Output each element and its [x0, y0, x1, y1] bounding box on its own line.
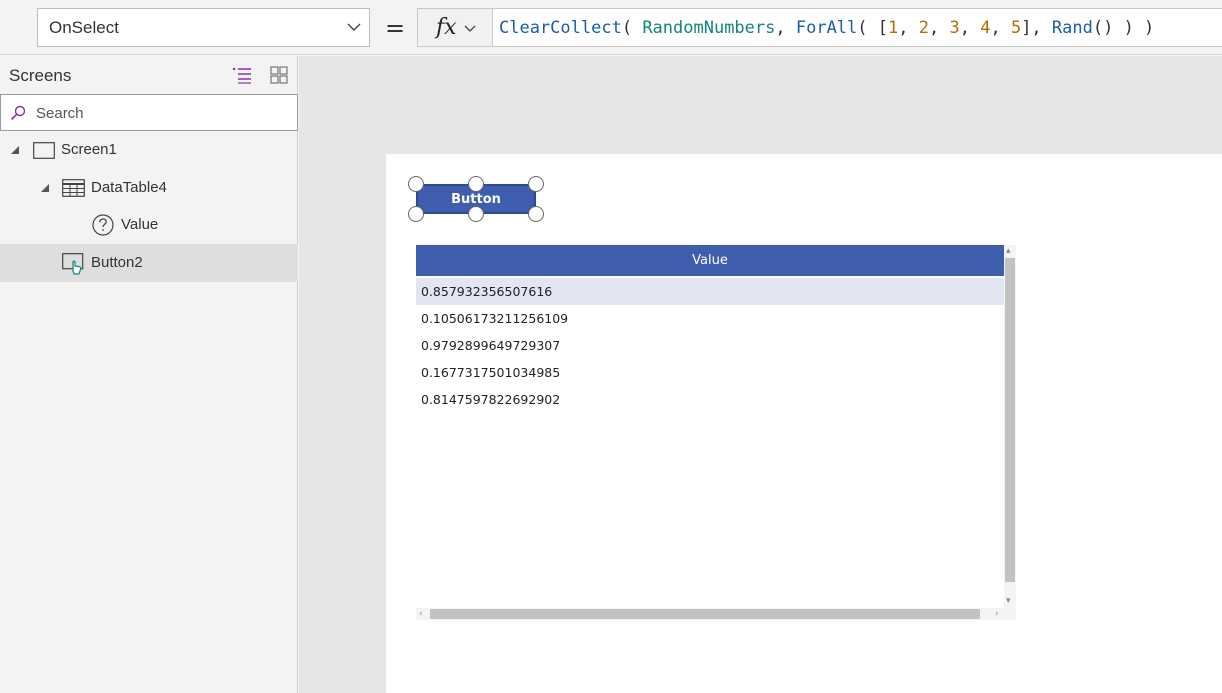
datatable-icon	[62, 179, 85, 197]
scroll-left-icon[interactable]: ‹	[419, 609, 423, 619]
vertical-scrollbar[interactable]: ▴ ▾	[1004, 245, 1016, 608]
tree-item-label: DataTable4	[91, 179, 167, 196]
expand-collapse-icon[interactable]	[10, 145, 20, 155]
formula-token: 5	[1010, 17, 1022, 38]
formula-token: ,	[990, 17, 1011, 38]
tree-item-label: Screen1	[61, 141, 117, 158]
search-box	[0, 94, 298, 131]
formula-token: RandomNumbers	[642, 17, 776, 38]
tree-item-label: Value	[121, 216, 159, 233]
resize-handle[interactable]	[468, 206, 484, 222]
scroll-thumb[interactable]	[430, 609, 980, 619]
data-table[interactable]: Value 0.857932356507616 0.10506173211256…	[416, 245, 1016, 620]
tree-view-pane: Screens Screen1	[0, 56, 298, 693]
table-row[interactable]: 0.9792899649729307	[416, 332, 1004, 359]
pane-title: Screens	[9, 66, 72, 85]
formula-token: 3	[949, 17, 960, 38]
resize-handle[interactable]	[468, 176, 484, 192]
question-icon	[92, 214, 114, 236]
screen-icon	[33, 142, 55, 159]
tree-view-icon[interactable]	[232, 66, 252, 84]
resize-handle[interactable]	[528, 206, 544, 222]
scroll-down-icon[interactable]: ▾	[1006, 596, 1011, 606]
scroll-thumb[interactable]	[1005, 258, 1015, 582]
table-row[interactable]: 0.8147597822692902	[416, 386, 1004, 413]
chevron-down-icon	[347, 23, 361, 31]
formula-token: 2	[918, 17, 929, 38]
scroll-right-icon[interactable]: ›	[995, 609, 999, 619]
formula-token: ,	[928, 17, 950, 38]
formula-token: ],	[1021, 17, 1052, 38]
thumbnail-view-icon[interactable]	[270, 66, 288, 84]
resize-handle[interactable]	[408, 206, 424, 222]
table-row[interactable]: 0.1677317501034985	[416, 359, 1004, 386]
tree-item-label: Button2	[91, 254, 143, 271]
formula-token: () ) )	[1092, 17, 1155, 38]
resize-handle[interactable]	[528, 176, 544, 192]
tree-item-button2[interactable]: Button2	[0, 244, 298, 282]
formula-token: Rand	[1051, 17, 1093, 38]
formula-token: 4	[980, 17, 991, 38]
chevron-down-icon	[464, 25, 476, 32]
tree-item-screen1[interactable]: Screen1	[0, 131, 298, 169]
formula-token: ,	[898, 17, 919, 38]
formula-token: ,	[959, 17, 981, 38]
formula-input[interactable]: ClearCollect( RandomNumbers, ForAll( [1,…	[493, 8, 1222, 47]
fx-icon: fx	[436, 15, 457, 40]
search-icon	[10, 105, 26, 121]
expand-collapse-icon[interactable]	[40, 183, 50, 193]
fx-button[interactable]: fx	[417, 8, 493, 47]
tree-item-value[interactable]: Value	[0, 206, 298, 244]
tree-item-datatable4[interactable]: DataTable4	[0, 169, 298, 207]
scroll-up-icon[interactable]: ▴	[1006, 246, 1011, 256]
property-dropdown[interactable]: OnSelect	[37, 8, 370, 47]
table-row[interactable]: 0.10506173211256109	[416, 305, 1004, 332]
formula-token: ,	[775, 17, 796, 38]
column-header[interactable]: Value	[416, 245, 1004, 276]
formula-token: ClearCollect	[499, 17, 622, 38]
equals-sign: =	[385, 14, 406, 42]
formula-token: ForAll	[795, 17, 858, 38]
resize-handle[interactable]	[408, 176, 424, 192]
property-value: OnSelect	[49, 17, 119, 37]
formula-token: 1	[888, 17, 899, 38]
table-row[interactable]: 0.857932356507616	[416, 278, 1004, 305]
button-icon	[62, 253, 84, 275]
search-input[interactable]	[36, 102, 286, 124]
formula-token: (	[621, 17, 643, 38]
horizontal-scrollbar[interactable]: ‹ ›	[416, 608, 1016, 620]
formula-token: ( [	[857, 17, 888, 38]
formula-bar: OnSelect = fx ClearCollect( RandomNumber…	[0, 0, 1222, 55]
